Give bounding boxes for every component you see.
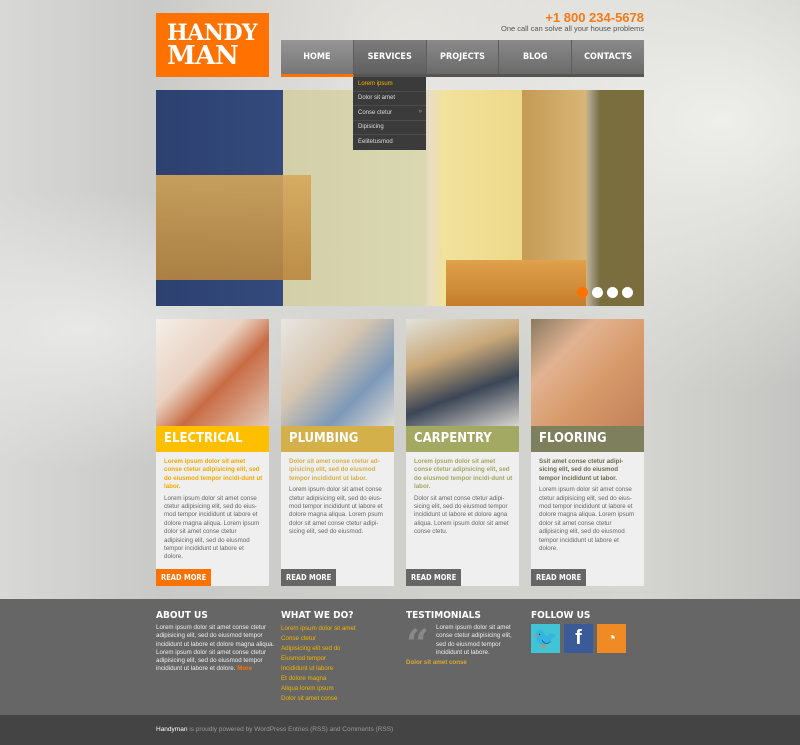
submenu-arrow-icon: » — [418, 109, 422, 116]
main-nav: HOME SERVICES PROJECTS BLOG CONTACTS — [281, 40, 644, 77]
footer-link[interactable]: Lorem ipsum dolor sit amet — [281, 624, 394, 634]
dropdown-item-label: Dipisicing — [358, 124, 384, 131]
slider-dot-4[interactable] — [622, 287, 633, 298]
dropdown-item-label: Eelitetusmod — [358, 138, 393, 145]
footer-link[interactable]: Incididunt ut labore — [281, 664, 394, 674]
footer-link[interactable]: Dolor sit amet conse — [281, 694, 394, 704]
slider-dot-3[interactable] — [607, 287, 618, 298]
about-body: Lorem ipsum dolor sit amet conse ctetur … — [156, 624, 275, 673]
dropdown-item-label: Dolor sit amet — [358, 95, 396, 102]
service-card: PLUMBING Dolor sit amet conse ctetur ad-… — [281, 319, 394, 586]
dropdown-item[interactable]: Eelitetusmod — [353, 135, 426, 150]
service-lead: Ssit amet conse ctetur adipi-sicing elit… — [539, 458, 624, 482]
service-lead: Lorem ipsum dolor sit amet conse ctetur … — [414, 458, 513, 491]
read-more-button[interactable]: READ MORE — [531, 569, 587, 586]
read-more-button[interactable]: READ MORE — [281, 569, 337, 586]
brand-link[interactable]: Handyman — [156, 726, 187, 733]
footer-link[interactable]: Aliqua lorem ipsum — [281, 684, 394, 694]
dropdown-item[interactable]: Conse ctetur » — [353, 106, 426, 121]
slider-dot-1[interactable] — [577, 287, 588, 298]
footer-heading: ABOUT US — [156, 610, 208, 621]
service-text: Lorem ipsum dolor sit amet conse ctetur … — [539, 486, 635, 553]
service-text: Dolor sit amet conse ctetur adipi-sicing… — [414, 494, 509, 536]
footer-link[interactable]: Adipisicing elit sed do — [281, 644, 394, 654]
dropdown-item-label: Conse ctetur — [358, 109, 393, 116]
dropdown-item[interactable]: Dolor sit amet — [353, 92, 426, 107]
facebook-icon[interactable]: f — [564, 624, 593, 653]
read-more-button[interactable]: READ MORE — [156, 569, 212, 586]
services-dropdown: Lorem ipsum Dolor sit amet Conse ctetur »… — [353, 77, 426, 150]
service-card: CARPENTRY Lorem ipsum dolor sit amet con… — [406, 319, 519, 586]
footer-about: ABOUT US Lorem ipsum dolor sit amet cons… — [156, 610, 278, 674]
footer-testimonials: TESTIMONIALS “ Lorem ipsum dolor sit ame… — [406, 610, 521, 667]
copyright-bar: Handyman is proudly powered by WordPress… — [0, 715, 800, 745]
nav-blog[interactable]: BLOG — [499, 40, 573, 74]
service-image — [406, 319, 519, 426]
powered-by-text: is proudly powered by WordPress Entries … — [187, 726, 394, 733]
nav-services[interactable]: SERVICES — [353, 40, 427, 74]
service-text: Lorem ipsum dolor sit amet conse ctetur … — [289, 486, 383, 536]
quote-icon: “ — [406, 621, 430, 668]
nav-home[interactable]: HOME — [281, 40, 354, 77]
slider-dot-2[interactable] — [592, 287, 603, 298]
service-lead: Dolor sit amet conse ctetur ad-ipisicing… — [289, 458, 380, 482]
service-title: CARPENTRY — [406, 426, 519, 452]
service-title: PLUMBING — [281, 426, 394, 452]
service-card: ELECTRICAL Lorem ipsum dolor sit amet co… — [156, 319, 269, 586]
dropdown-item[interactable]: Dipisicing — [353, 121, 426, 136]
tool-belt-image — [156, 175, 311, 280]
service-text: Lorem ipsum dolor sit amet conse ctetur … — [164, 494, 260, 561]
service-card: FLOORING Ssit amet conse ctetur adipi-si… — [531, 319, 644, 586]
more-link[interactable]: More — [237, 665, 252, 672]
dropdown-item[interactable]: Lorem ipsum — [353, 77, 426, 92]
logo[interactable]: HANDY MAN — [156, 13, 269, 77]
nav-contacts[interactable]: CONTACTS — [572, 40, 644, 74]
service-image — [156, 319, 269, 426]
dropdown-item-label: Lorem ipsum — [358, 80, 393, 87]
logo-line2: MAN — [167, 41, 239, 71]
tagline: One call can solve all your house proble… — [501, 24, 644, 33]
footer-follow: FOLLOW US 🐦 f ◔ — [531, 610, 644, 653]
rss-icon[interactable]: ◔ — [597, 624, 626, 653]
footer-link[interactable]: Conse ctetur — [281, 634, 394, 644]
footer-heading: TESTIMONIALS — [406, 610, 481, 621]
service-image — [531, 319, 644, 426]
service-image — [281, 319, 394, 426]
slider-pagination — [577, 287, 633, 298]
room-floor-image — [446, 260, 586, 306]
phone-number: +1 800 234-5678 — [545, 10, 644, 25]
footer-heading: FOLLOW US — [531, 610, 591, 621]
about-text: Lorem ipsum dolor sit amet conse ctetur … — [156, 624, 278, 674]
footer-whatwedo: WHAT WE DO? Lorem ipsum dolor sit amet Co… — [281, 610, 394, 704]
footer-link[interactable]: Et dolore magna — [281, 674, 394, 684]
service-title: ELECTRICAL — [156, 426, 269, 452]
read-more-button[interactable]: READ MORE — [406, 569, 462, 586]
footer-link[interactable]: Eiusmod tempor — [281, 654, 394, 664]
footer: ABOUT US Lorem ipsum dolor sit amet cons… — [0, 599, 800, 715]
nav-projects[interactable]: PROJECTS — [427, 40, 500, 74]
footer-heading: WHAT WE DO? — [281, 610, 354, 621]
service-lead: Lorem ipsum dolor sit amet conse ctetur … — [164, 458, 263, 491]
twitter-icon[interactable]: 🐦 — [531, 624, 560, 653]
service-title: FLOORING — [531, 426, 644, 452]
